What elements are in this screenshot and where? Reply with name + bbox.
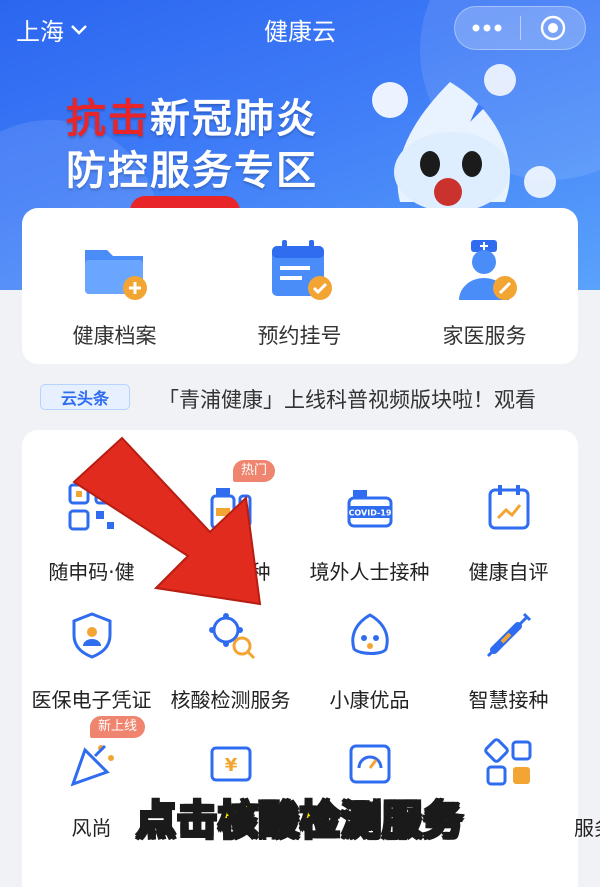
calendar-check-icon <box>271 240 332 300</box>
syringe-icon <box>486 612 531 658</box>
quick-item-appointment[interactable]: 预约挂号 <box>207 208 392 364</box>
party-popper-icon <box>70 744 114 787</box>
banner-title-line1: 抗击新冠肺炎 <box>66 96 318 142</box>
mascot-face-icon <box>350 613 389 655</box>
instruction-caption: 点击核酸检测服务 <box>135 797 464 845</box>
more-button[interactable] <box>455 6 520 50</box>
quick-services-card: 健康档案 预约挂号 家医服务 <box>22 208 578 364</box>
top-bar: 上海 健康云 <box>0 0 600 56</box>
mascot-illustration <box>372 64 556 212</box>
svg-text:¥: ¥ <box>224 755 237 776</box>
new-tag: 新上线 <box>90 716 146 738</box>
service-health-self-assessment[interactable]: 健康自评 <box>439 446 578 584</box>
quick-item-health-record[interactable]: 健康档案 <box>22 208 207 364</box>
news-headline[interactable]: 「青浦健康」上线科普视频版块啦！观看 <box>158 384 536 414</box>
quick-item-family-doctor[interactable]: 家医服务 <box>392 208 577 364</box>
folder-plus-icon <box>84 250 147 300</box>
svg-text:COVID-19: COVID-19 <box>348 509 391 518</box>
covid19-vaccine-icon: COVID-19 <box>347 490 392 528</box>
doctor-icon <box>458 240 517 300</box>
banner-title-line2: 防控服务专区 <box>66 148 318 194</box>
quick-item-label: 健康档案 <box>72 324 157 348</box>
gauge-icon <box>349 744 390 784</box>
grid-apps-icon <box>483 738 531 786</box>
news-badge: 云头条 <box>40 384 130 410</box>
yuan-card-icon: ¥ <box>210 746 251 782</box>
close-miniprogram-button[interactable] <box>521 6 586 50</box>
news-ticker[interactable]: 云头条 「青浦健康」上线科普视频版块啦！观看 <box>0 372 600 422</box>
service-foreigner-vaccination[interactable]: COVID-19 境外人士接种 <box>300 446 439 584</box>
target-circle-icon <box>540 15 565 41</box>
service-xiaokang-products[interactable]: 小康优品 <box>300 574 439 712</box>
quick-item-label: 家医服务 <box>442 324 527 348</box>
pointer-arrow-overlay <box>72 436 262 606</box>
calendar-chart-icon <box>488 485 529 530</box>
service-smart-vaccination[interactable]: 智慧接种 <box>439 574 578 712</box>
more-dots-icon <box>472 24 502 32</box>
miniprogram-capsule <box>454 6 586 50</box>
quick-item-label: 预约挂号 <box>257 324 342 348</box>
